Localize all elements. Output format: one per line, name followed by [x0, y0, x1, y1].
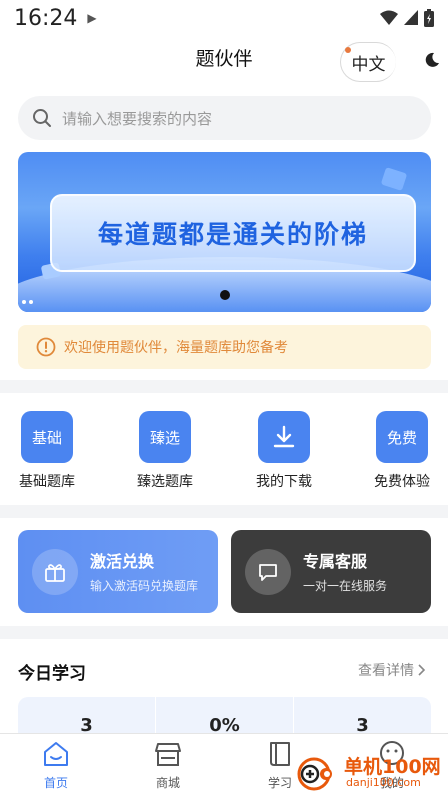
- quick-link-label: 我的下载: [256, 474, 312, 490]
- store-icon: [155, 743, 181, 766]
- book-icon: [270, 742, 290, 766]
- battery-icon: [424, 9, 434, 27]
- search-placeholder: 请输入想要搜索的内容: [62, 109, 213, 128]
- free-trial-icon: 免费: [376, 411, 428, 463]
- watermark-title: 单机100网: [344, 756, 441, 778]
- search-input[interactable]: 请输入想要搜索的内容: [18, 96, 431, 140]
- quick-link-downloads[interactable]: 我的下载: [244, 411, 324, 491]
- banner-slogan: 每道题都是通关的阶梯: [97, 220, 368, 249]
- status-icons: [380, 9, 434, 27]
- view-details-label: 查看详情: [358, 663, 414, 679]
- search-icon: [33, 109, 51, 127]
- notice-bar: 欢迎使用题伙伴，海量题库助您备考: [18, 325, 431, 369]
- language-switch-button[interactable]: 中文: [340, 42, 396, 82]
- quick-link-label: 基础题库: [19, 474, 75, 490]
- language-indicator-dot: [345, 47, 351, 53]
- quick-link-premium[interactable]: 臻选 臻选题库: [125, 411, 205, 491]
- home-icon: [44, 742, 68, 766]
- basic-bank-icon: 基础: [21, 411, 73, 463]
- dark-mode-moon-icon[interactable]: [424, 52, 440, 68]
- quick-link-label: 臻选题库: [137, 474, 193, 490]
- quick-link-label: 免费体验: [374, 474, 430, 490]
- chevron-right-icon: [418, 664, 426, 676]
- service-title: 专属客服: [303, 552, 368, 571]
- premium-bank-icon: 臻选: [139, 411, 191, 463]
- watermark-url: danji100.com: [346, 776, 421, 789]
- status-time: 16:24: [14, 5, 78, 31]
- service-subtitle: 一对一在线服务: [303, 579, 388, 593]
- signal-icon: [404, 10, 418, 25]
- tab-label: 商城: [155, 776, 180, 790]
- quick-link-basic[interactable]: 基础 基础题库: [7, 411, 87, 491]
- banner-page-indicator[interactable]: [220, 290, 230, 300]
- view-details-link[interactable]: 查看详情: [358, 660, 426, 680]
- quick-link-free-trial[interactable]: 免费 免费体验: [362, 411, 442, 491]
- wifi-icon: [380, 10, 398, 25]
- quick-links: 基础 基础题库 臻选 臻选题库 我的下载 免费 免费体验: [0, 393, 448, 505]
- status-bar: 16:24 ▶: [0, 0, 448, 36]
- media-play-icon: ▶: [87, 11, 97, 25]
- tab-label: 首页: [43, 776, 68, 790]
- top-section: 请输入想要搜索的内容 每道题都是通关的阶梯 欢迎使用题伙伴，海量题库助您备考: [0, 84, 448, 380]
- app-header: 题伙伴 中文: [0, 36, 448, 84]
- tab-store[interactable]: 商城: [133, 740, 203, 791]
- banner-corner-dots: [22, 300, 33, 304]
- banner-slogan-card: 每道题都是通关的阶梯: [50, 194, 416, 272]
- info-icon: [36, 337, 56, 357]
- site-watermark: 单机100网 danji100.com: [296, 750, 446, 794]
- gift-icon: [32, 548, 78, 595]
- action-cards: 激活兑换 输入激活码兑换题库 专属客服 一对一在线服务: [0, 518, 448, 626]
- promo-banner[interactable]: 每道题都是通关的阶梯: [18, 152, 431, 312]
- activate-title: 激活兑换: [90, 552, 155, 571]
- today-study-title: 今日学习: [18, 664, 86, 684]
- banner-decoration-cube: [380, 167, 408, 191]
- activate-subtitle: 输入激活码兑换题库: [90, 579, 199, 593]
- tab-home[interactable]: 首页: [21, 740, 91, 791]
- chat-icon: [245, 548, 291, 595]
- notice-text: 欢迎使用题伙伴，海量题库助您备考: [64, 340, 288, 356]
- download-icon: [258, 411, 310, 463]
- language-label: 中文: [351, 54, 386, 75]
- activate-redeem-card[interactable]: 激活兑换 输入激活码兑换题库: [18, 530, 218, 613]
- customer-service-card[interactable]: 专属客服 一对一在线服务: [231, 530, 431, 613]
- watermark-logo: [297, 757, 332, 791]
